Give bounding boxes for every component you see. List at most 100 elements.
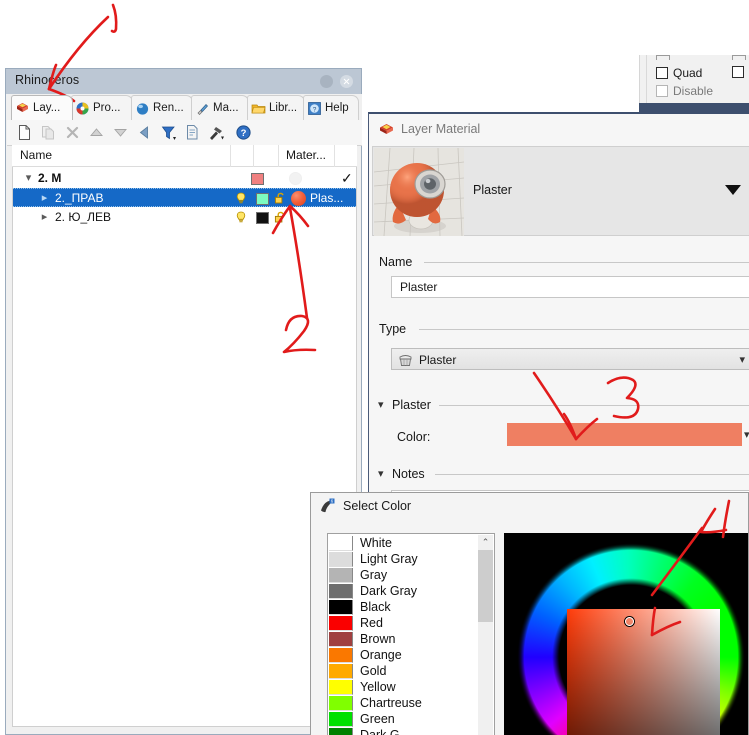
material-name-field[interactable]: Plaster	[391, 276, 749, 298]
close-icon[interactable]	[340, 75, 353, 88]
saturation-value-square[interactable]	[567, 609, 720, 735]
scrollbar-thumb[interactable]	[478, 550, 493, 622]
layers-tree[interactable]: ▾ 2. M ✓ ▸ 2._ПРАВ Plas... ▸ 2. Ю_ЛЕВ	[12, 167, 357, 727]
quad-label: Quad	[673, 66, 703, 80]
layer-visibility-bulb-icon[interactable]	[235, 192, 247, 205]
tab-layers-label: Lay...	[33, 102, 61, 114]
previous-icon[interactable]	[136, 124, 153, 141]
layer-material-empty[interactable]	[289, 172, 302, 185]
layer-material-label: Plas...	[310, 191, 344, 205]
rhino-window-title: Rhinoceros	[15, 73, 80, 87]
color-picker-icon: 6	[319, 498, 336, 514]
filter-icon[interactable]	[160, 124, 177, 141]
layer-material-title: Layer Material	[401, 122, 481, 136]
new-layer-icon[interactable]	[16, 124, 33, 141]
layers-icon	[15, 101, 30, 116]
expander-chevron-right-icon[interactable]: ▸	[39, 211, 50, 223]
notes-group-divider	[435, 474, 749, 475]
tab-help[interactable]: ? Help	[303, 95, 359, 120]
list-item[interactable]: Dark Gray	[329, 583, 479, 599]
layer-lock-open-icon[interactable]	[274, 192, 287, 205]
help-question-icon[interactable]: ?	[235, 124, 252, 141]
list-item[interactable]: Chartreuse	[329, 695, 479, 711]
svg-text:?: ?	[241, 128, 247, 139]
extra-checkbox[interactable]	[732, 66, 744, 78]
color-list-scrollbar[interactable]: ⌃	[478, 535, 493, 735]
tab-properties-label: Pro...	[93, 102, 121, 114]
tab-properties[interactable]: Pro...	[71, 95, 133, 120]
properties-page-icon[interactable]	[184, 124, 201, 141]
help-icon: ?	[307, 101, 322, 116]
layer-lock-open-icon[interactable]	[274, 211, 287, 224]
color-name: Dark Gray	[360, 584, 417, 598]
disable-checkbox[interactable]	[656, 85, 668, 97]
expander-chevron-down-icon[interactable]: ▾	[23, 172, 34, 184]
list-item[interactable]: Light Gray	[329, 551, 479, 567]
color-wheel-area[interactable]	[504, 533, 748, 735]
list-item[interactable]: Brown	[329, 631, 479, 647]
scroll-up-icon[interactable]: ⌃	[478, 535, 493, 550]
color-name: Yellow	[360, 680, 396, 694]
chevron-down-icon[interactable]: ▾	[739, 353, 745, 366]
tab-render[interactable]: Ren...	[131, 95, 193, 120]
layer-color-swatch[interactable]	[256, 212, 269, 224]
type-group-label: Type	[379, 322, 407, 336]
plaster-group-divider	[439, 405, 749, 406]
tab-libraries[interactable]: Libr...	[247, 95, 305, 120]
move-up-icon[interactable]	[88, 124, 105, 141]
color-name: Light Gray	[360, 552, 418, 566]
rhino-layers-icon	[378, 122, 395, 138]
tab-materials[interactable]: Ma...	[191, 95, 249, 120]
list-item[interactable]: Orange	[329, 647, 479, 663]
color-swatch	[329, 535, 353, 551]
table-row[interactable]: ▾ 2. M ✓	[13, 169, 356, 188]
plaster-group-collapse-chevron-icon[interactable]: ▾	[378, 398, 384, 411]
layer-color-swatch[interactable]	[256, 193, 269, 205]
color-name: Brown	[360, 632, 396, 646]
sv-cursor[interactable]	[625, 617, 634, 626]
tab-layers[interactable]: Lay...	[11, 95, 73, 120]
list-item[interactable]: Green	[329, 711, 479, 727]
quad-checkbox[interactable]	[656, 67, 668, 79]
material-dropdown-arrow-icon[interactable]	[725, 185, 741, 195]
svg-text:?: ?	[313, 106, 317, 113]
color-swatch	[329, 599, 353, 615]
layer-material-dot[interactable]	[291, 191, 306, 206]
properties-icon	[75, 101, 90, 116]
panel-tabstrip: Lay... Pro... Ren... Ma... Libr... ? Hel…	[7, 94, 362, 121]
list-item[interactable]: Red	[329, 615, 479, 631]
quad-checkbox-row[interactable]: Quad	[656, 66, 702, 80]
extra-checkbox-row[interactable]	[732, 66, 749, 78]
name-group-divider	[424, 262, 749, 263]
color-swatch	[329, 631, 353, 647]
color-swatch	[329, 679, 353, 695]
expander-chevron-right-icon[interactable]: ▸	[39, 192, 50, 204]
quad-panel-divider	[646, 55, 647, 103]
layer-visibility-bulb-icon[interactable]	[235, 211, 247, 224]
material-type-combobox[interactable]: Plaster ▾	[391, 348, 749, 370]
move-down-icon[interactable]	[112, 124, 129, 141]
layer-material-header: Layer Material	[369, 114, 749, 146]
list-item[interactable]: Gold	[329, 663, 479, 679]
color-dropdown-chevron-icon[interactable]: ▾	[744, 428, 749, 441]
named-color-list[interactable]: White Light Gray Gray Dark Gray Black Re…	[327, 533, 495, 735]
list-item[interactable]: Gray	[329, 567, 479, 583]
notes-group-collapse-chevron-icon[interactable]: ▾	[378, 467, 384, 480]
list-item[interactable]: Black	[329, 599, 479, 615]
delete-layer-icon[interactable]	[64, 124, 81, 141]
plaster-color-swatch[interactable]	[507, 423, 742, 446]
material-selector-bar[interactable]: Plaster	[372, 146, 749, 236]
list-item[interactable]: Dark G...	[329, 727, 479, 735]
layer-color-swatch[interactable]	[251, 173, 264, 185]
list-item[interactable]: Yellow	[329, 679, 479, 695]
panel-options-icon[interactable]	[320, 75, 333, 88]
list-item[interactable]: White	[329, 535, 479, 551]
disable-checkbox-row[interactable]: Disable	[656, 84, 713, 98]
type-group-divider	[419, 329, 749, 330]
table-row[interactable]: ▸ 2._ПРАВ Plas...	[13, 188, 356, 207]
tools-hammer-icon[interactable]	[208, 124, 225, 141]
table-row[interactable]: ▸ 2. Ю_ЛЕВ	[13, 208, 356, 227]
color-name: Gray	[360, 568, 388, 582]
copy-layer-icon[interactable]	[40, 124, 57, 141]
color-swatch	[329, 695, 353, 711]
